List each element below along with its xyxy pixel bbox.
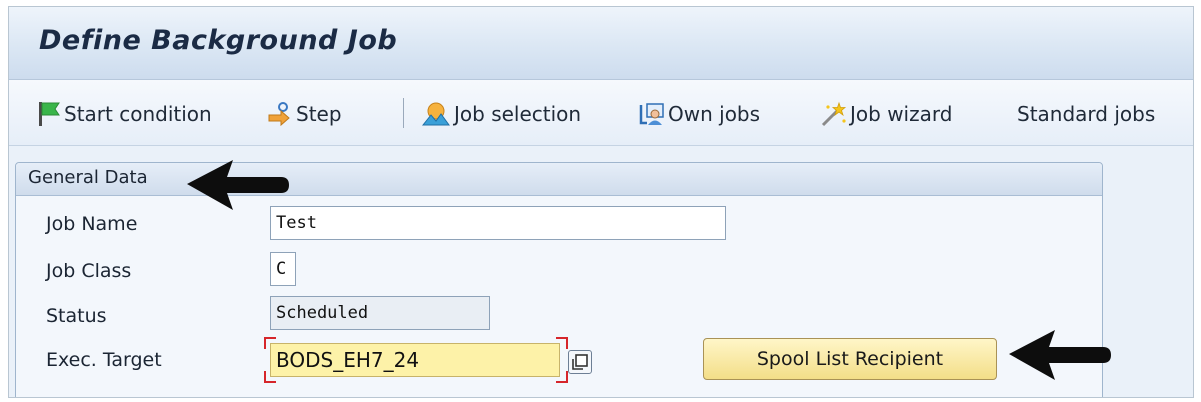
exec-target-field[interactable]: BODS_EH7_24 [270,343,560,377]
group-title: General Data [28,167,148,188]
value-help-button[interactable] [568,350,592,374]
toolbar-separator [403,98,404,128]
application-toolbar: Start condition Step Job selection Own j… [9,80,1193,146]
job-wizard-button[interactable]: Job wizard [819,100,952,128]
required-marker [556,371,568,383]
job-selection-button[interactable]: Job selection [421,100,581,128]
sap-window: Define Background Job Start condition St… [8,6,1194,398]
job-wizard-label: Job wizard [850,102,953,126]
spool-list-recipient-button[interactable]: Spool List Recipient [703,338,997,380]
status-label: Status [46,305,107,327]
own-jobs-button[interactable]: Own jobs [639,100,760,128]
required-marker [264,371,276,383]
step-label: Step [296,102,342,126]
own-jobs-label: Own jobs [668,102,761,126]
group-header: General Data [16,163,1102,196]
job-class-label: Job Class [46,260,132,282]
job-selection-icon [421,102,450,126]
annotation-arrow [187,160,289,210]
copy-icon [572,354,588,370]
job-name-label: Job Name [46,213,138,235]
required-marker [556,337,568,349]
general-data-group: General Data Job Name Test Job Class C S… [15,162,1103,397]
step-button[interactable]: Step [267,100,342,128]
required-marker [264,337,276,349]
job-selection-label: Job selection [454,102,582,126]
title-bar: Define Background Job [9,7,1193,80]
page-title: Define Background Job [39,25,398,56]
start-condition-button[interactable]: Start condition [37,100,212,128]
standard-jobs-label: Standard jobs [1017,102,1156,126]
own-jobs-icon [639,103,664,125]
job-name-field[interactable]: Test [270,206,726,240]
start-condition-label: Start condition [64,102,212,126]
job-class-field[interactable]: C [270,252,296,286]
status-field: Scheduled [270,296,490,330]
green-flag-icon [39,102,60,126]
annotation-arrow [1009,330,1111,380]
magic-wand-icon [821,101,847,127]
standard-jobs-button[interactable]: Standard jobs [1017,100,1155,128]
exec-target-label: Exec. Target [46,349,162,371]
step-icon [268,102,290,127]
